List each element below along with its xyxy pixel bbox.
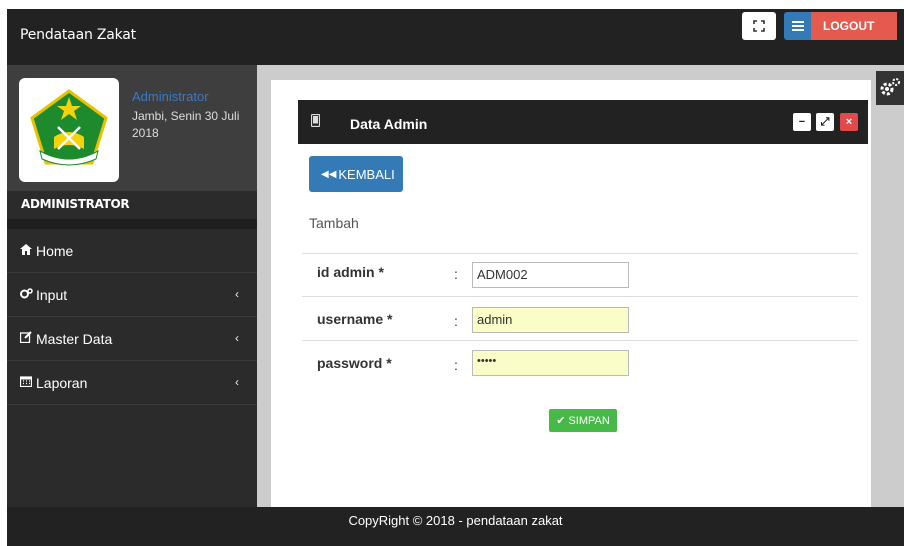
expand-arrows-icon: ⤢ bbox=[820, 115, 830, 128]
sidebar-item-input[interactable]: Input ‹ bbox=[7, 273, 257, 317]
app-title[interactable]: Pendataan Zakat bbox=[20, 27, 136, 43]
sidebar-nav: Home Input ‹ Master Data ‹ Laporan ‹ bbox=[7, 229, 257, 405]
settings-button[interactable] bbox=[876, 71, 904, 105]
check-icon: ✔ bbox=[556, 415, 566, 427]
fullscreen-button[interactable] bbox=[742, 12, 776, 40]
colon-separator: : bbox=[454, 313, 458, 329]
sidebar-section-header: ADMINISTRATOR bbox=[7, 191, 257, 219]
minimize-button[interactable]: − bbox=[793, 113, 811, 131]
row-divider bbox=[302, 340, 858, 341]
edit-icon bbox=[19, 331, 36, 346]
save-button[interactable]: ✔ SIMPAN bbox=[549, 409, 617, 432]
sidebar: Administrator Jambi, Senin 30 Juli 2018 … bbox=[7, 65, 257, 507]
back-button-label: KEMBALI bbox=[338, 166, 395, 182]
password-field[interactable]: ••••• bbox=[472, 350, 629, 376]
menu-button[interactable] bbox=[784, 12, 811, 40]
password-label: password * bbox=[317, 355, 392, 371]
save-button-label: SIMPAN bbox=[568, 414, 610, 427]
sidebar-item-label: Master Data bbox=[36, 330, 113, 347]
logo bbox=[19, 78, 119, 182]
chevron-left-icon: ‹ bbox=[235, 287, 239, 301]
user-role: Administrator bbox=[132, 89, 209, 104]
row-divider bbox=[302, 296, 858, 297]
footer: CopyRight © 2018 - pendataan zakat bbox=[7, 507, 904, 546]
username-label: username * bbox=[317, 311, 393, 327]
sidebar-item-label: Input bbox=[36, 286, 68, 303]
home-icon bbox=[20, 243, 36, 258]
username-field[interactable]: admin bbox=[472, 307, 629, 333]
back-button[interactable]: ◀◀ KEMBALI bbox=[309, 156, 403, 192]
sidebar-item-label: Home bbox=[36, 242, 74, 259]
user-profile: Administrator Jambi, Senin 30 Juli 2018 bbox=[7, 65, 257, 191]
maximize-button[interactable]: ⤢ bbox=[816, 113, 834, 131]
close-button[interactable]: × bbox=[840, 113, 858, 131]
form-title: Tambah bbox=[309, 215, 359, 231]
logout-button[interactable]: LOGOUT bbox=[811, 12, 897, 40]
calendar-icon bbox=[19, 375, 36, 390]
cogs-icon bbox=[20, 287, 36, 302]
current-date: Jambi, Senin 30 Juli 2018 bbox=[132, 109, 240, 140]
minus-icon: − bbox=[798, 116, 806, 128]
panel-title: Data Admin bbox=[350, 116, 428, 132]
row-divider bbox=[302, 253, 858, 254]
expand-icon bbox=[753, 20, 765, 32]
sidebar-item-home[interactable]: Home bbox=[7, 229, 257, 273]
colon-separator: : bbox=[454, 266, 458, 282]
panel-header: Data Admin − ⤢ × bbox=[298, 100, 868, 144]
id-admin-label: id admin * bbox=[317, 264, 384, 280]
close-icon: × bbox=[845, 116, 853, 128]
hamburger-icon bbox=[791, 21, 804, 31]
sidebar-item-laporan[interactable]: Laporan ‹ bbox=[7, 361, 257, 405]
chevron-left-icon: ‹ bbox=[235, 331, 239, 345]
colon-separator: : bbox=[454, 357, 458, 373]
sidebar-divider bbox=[7, 219, 257, 229]
sidebar-item-master-data[interactable]: Master Data ‹ bbox=[7, 317, 257, 361]
backward-icon: ◀◀ bbox=[321, 168, 337, 180]
chevron-left-icon: ‹ bbox=[235, 375, 239, 389]
tablet-icon bbox=[310, 113, 321, 130]
id-admin-field[interactable]: ADM002 bbox=[472, 262, 629, 288]
gear-icon bbox=[880, 78, 900, 96]
sidebar-item-label: Laporan bbox=[36, 374, 88, 391]
kemenag-logo-icon bbox=[30, 89, 108, 166]
content-card bbox=[271, 80, 871, 507]
